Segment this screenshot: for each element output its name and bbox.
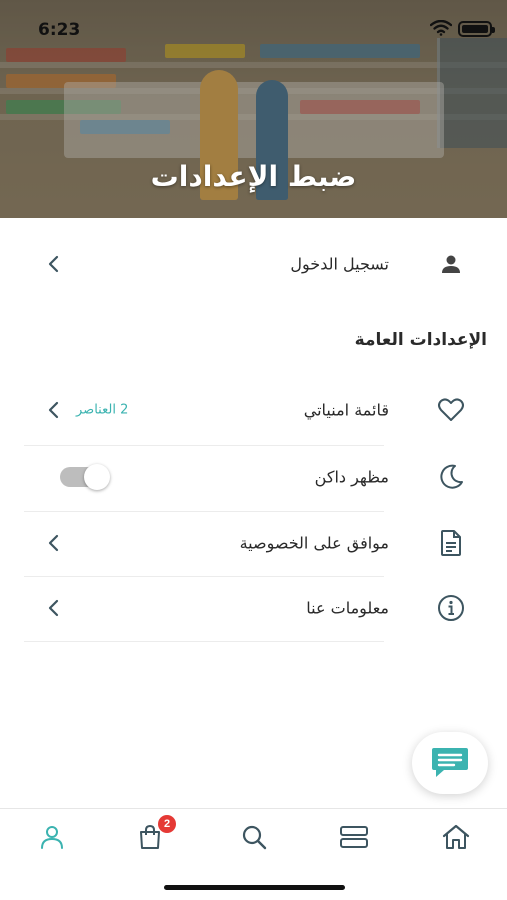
- document-icon: [436, 528, 466, 558]
- moon-icon: [436, 462, 466, 492]
- battery-icon: [458, 21, 495, 37]
- cart-badge: 2: [158, 815, 176, 833]
- chat-button[interactable]: [412, 732, 488, 794]
- bottom-navigation: 2: [0, 808, 507, 864]
- info-icon: [436, 593, 466, 623]
- nav-home[interactable]: [440, 821, 472, 853]
- chevron-left-icon: [48, 534, 59, 552]
- user-icon: [436, 249, 466, 279]
- chat-icon: [432, 748, 468, 777]
- privacy-label: موافق على الخصوصية: [239, 533, 389, 553]
- list-icon: [340, 826, 368, 848]
- status-time: 6:23: [38, 20, 81, 40]
- home-icon: [442, 824, 470, 849]
- login-label: تسجيل الدخول: [290, 254, 389, 274]
- search-icon: [242, 825, 267, 850]
- user-icon: [41, 826, 63, 849]
- section-title-general: الإعدادات العامة: [354, 330, 487, 350]
- chevron-left-icon: [48, 401, 59, 419]
- chevron-left-icon: [48, 255, 59, 273]
- divider: [24, 641, 384, 642]
- login-row[interactable]: تسجيل الدخول: [24, 232, 484, 296]
- wishlist-label: قائمة امنياتي: [303, 400, 389, 420]
- nav-search[interactable]: [238, 821, 270, 853]
- dark-mode-toggle[interactable]: [60, 464, 110, 490]
- about-row[interactable]: معلومات عنا: [24, 576, 484, 640]
- about-label: معلومات عنا: [306, 598, 389, 618]
- page-title: ضبط الإعدادات: [150, 160, 357, 193]
- status-bar: 6:23: [0, 0, 507, 50]
- nav-categories[interactable]: [338, 821, 370, 853]
- dark-mode-label: مظهر داكن: [314, 467, 389, 487]
- privacy-row[interactable]: موافق على الخصوصية: [24, 511, 484, 575]
- chevron-left-icon: [48, 599, 59, 617]
- nav-cart[interactable]: 2: [134, 815, 176, 853]
- home-indicator: [164, 885, 345, 890]
- nav-profile[interactable]: [36, 821, 68, 853]
- dark-mode-row: مظهر داكن: [24, 445, 484, 509]
- wishlist-count: 2 العناصر: [76, 402, 129, 418]
- wifi-icon: [430, 20, 452, 36]
- heart-icon: [436, 395, 466, 425]
- wishlist-row[interactable]: قائمة امنياتي 2 العناصر: [24, 378, 484, 442]
